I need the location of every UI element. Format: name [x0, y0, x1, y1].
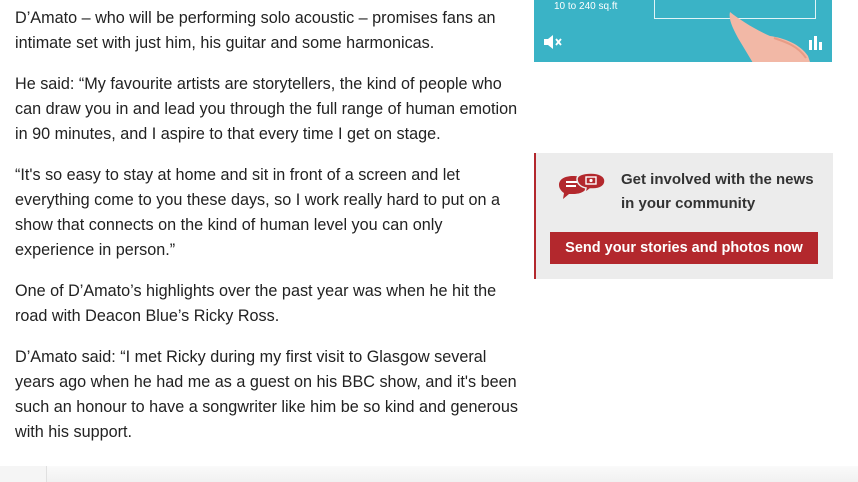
article-paragraph: D’Amato said: “I met Ricky during my fir… [15, 348, 519, 441]
article-paragraph: He said: “My favourite artists are story… [15, 75, 518, 143]
article-paragraph: D’Amato – who will be performing solo ac… [15, 9, 496, 52]
pointing-hand-icon [729, 12, 810, 62]
ad-caption: 10 to 240 sq.ft [554, 1, 618, 12]
video-advertisement[interactable]: 10 to 240 sq.ft [534, 0, 832, 62]
community-promo: Get involved with the news in your commu… [534, 153, 833, 279]
article-paragraph: One of D’Amato’s highlights over the pas… [15, 282, 497, 325]
article-body: D’Amato – who will be performing solo ac… [15, 6, 520, 461]
ad-logo-icon [809, 36, 822, 50]
chat-bubbles-icon [559, 173, 606, 199]
send-stories-button[interactable]: Send your stories and photos now [550, 232, 818, 264]
bottom-tab[interactable] [0, 466, 47, 482]
article-paragraph: “It's so easy to stay at home and sit in… [15, 166, 500, 259]
promo-text: Get involved with the news in your commu… [621, 171, 814, 212]
mute-icon[interactable] [541, 31, 563, 53]
bottom-bar [0, 466, 858, 482]
